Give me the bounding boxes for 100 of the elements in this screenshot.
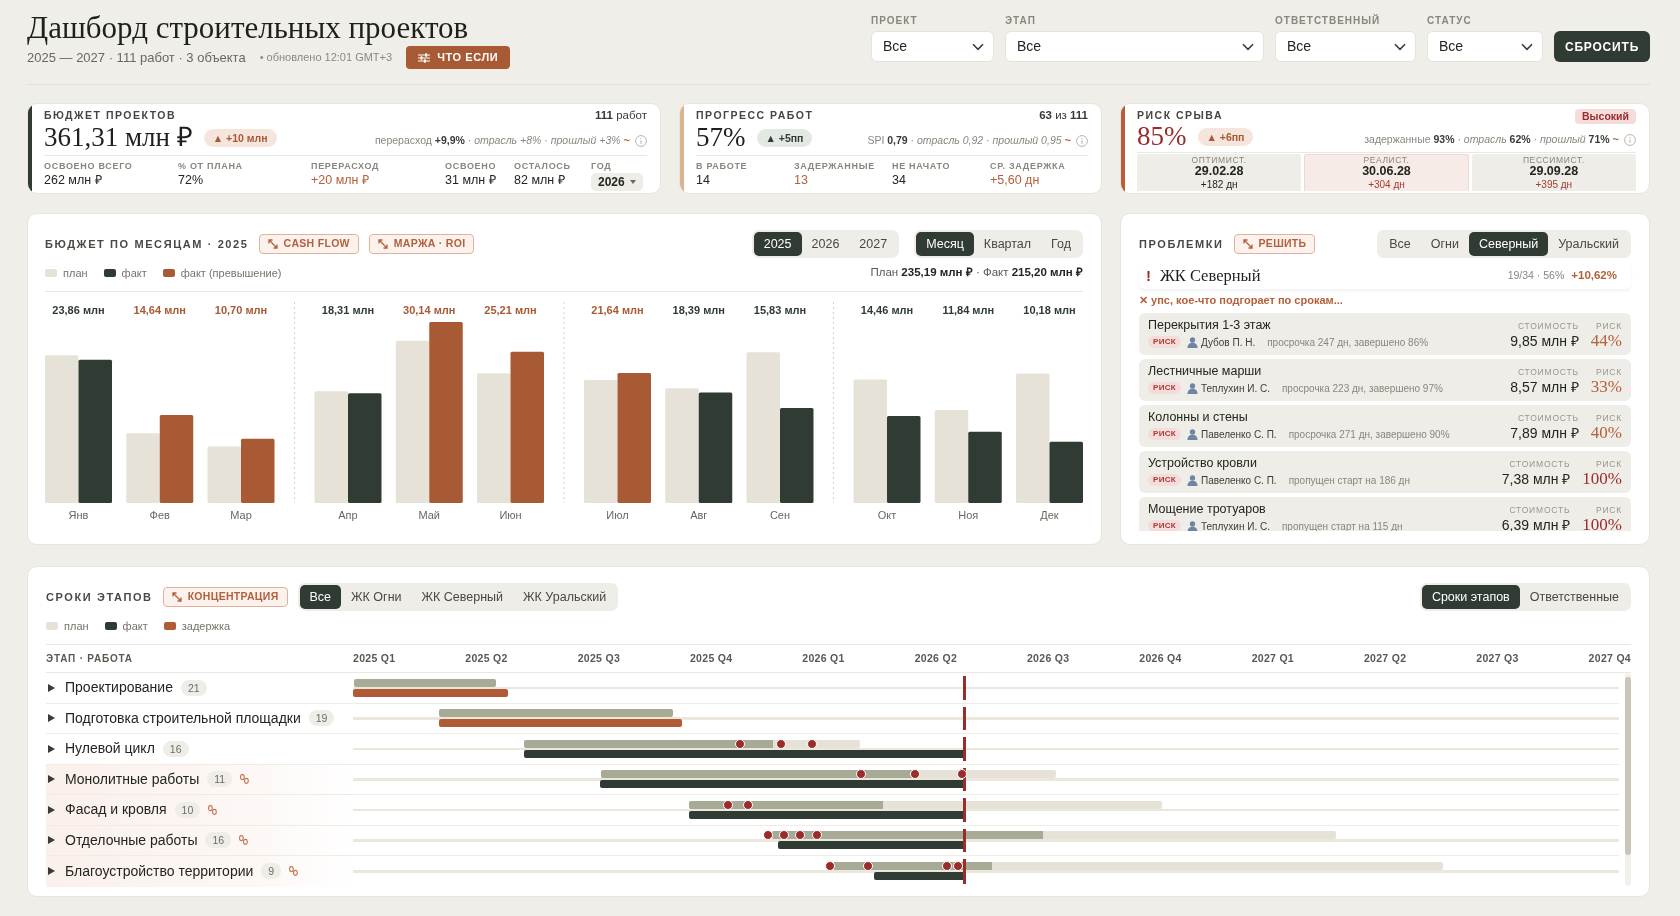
view-tab[interactable]: Сроки этапов [1421,585,1520,609]
quarter-label: 2027 Q3 [1476,650,1519,666]
page-title: Дашборд строительных проектов [27,10,470,46]
subtitle: 2025 — 2027 · 111 работ · 3 объекта [27,48,246,67]
milestone-dot-icon [825,861,835,872]
person-icon [1186,474,1198,486]
risk-tag: РИСК [1148,520,1181,531]
count-badge: 16 [205,832,232,849]
scenario-label: ОПТИМИСТ. [1190,155,1248,165]
quarter-label: 2027 Q4 [1588,650,1631,666]
kpi-value: 57% [696,123,746,152]
what-if-button[interactable]: ЧТО ЕСЛИ [406,46,511,69]
risk-value: 100% [1582,516,1622,531]
caret-right-icon[interactable] [48,775,55,784]
person-icon [1186,520,1198,531]
scenario-card[interactable]: ОПТИМИСТ. 29.02.28 +182 дн [1137,154,1302,191]
stage-row[interactable]: Монолитные работы 11 [46,764,1619,795]
project-tab[interactable]: Северный [1468,232,1549,256]
chart-action-button[interactable]: МАРЖА · ROI [368,234,475,254]
filter-dropdown[interactable]: Все [1275,31,1416,62]
task-name: Лестничные марши [1148,363,1263,380]
metric-label: ГОД [591,160,613,172]
caret-right-icon[interactable] [48,805,55,814]
problem-card[interactable]: Колонны и стены РИСК Павеленко С. П. просрочка 271 дн, завершено 90% СТОИМОСТЬ 7,89 млн ₽ РИСК 40% [1139,405,1631,447]
period-tab[interactable]: Квартал [973,232,1042,256]
count-badge: 21 [180,679,207,696]
scenario-delta: +182 дн [1199,178,1239,191]
month-label: Авг [690,509,708,521]
year-tab[interactable]: 2027 [849,232,898,256]
period-tab[interactable]: Месяц [916,232,974,256]
stage-row[interactable]: Нулевой цикл 16 [46,734,1619,765]
view-tab[interactable]: Ответственные [1519,585,1629,609]
problem-card[interactable]: Перекрытия 1-3 этаж РИСК Дубов П. Н. просрочка 247 дн, завершено 86% СТОИМОСТЬ 9,85 млн ₽ РИСК 44% [1139,313,1631,355]
benchmark-text: задержанные 93% · отрасль 62% · прошлый 71% [1364,131,1610,147]
risk-tag: РИСК [1148,428,1181,440]
today-marker [963,676,967,700]
caret-right-icon[interactable] [48,867,55,876]
year-tab[interactable]: 2026 [801,232,850,256]
scrollbar[interactable] [1625,673,1631,886]
project-tab[interactable]: Все [299,585,342,609]
legend-label: план [63,265,88,281]
filter-dropdown[interactable]: Все [1005,31,1264,62]
delta-badge: ▲ +10 млн [203,128,277,147]
scenario-card[interactable]: ПЕССИМИСТ. 29.09.28 +395 дн [1471,154,1636,191]
bar-value-label: 10,18 млн [1023,304,1076,316]
period-tab[interactable]: Год [1041,232,1081,256]
caret-right-icon[interactable] [48,714,55,723]
filter-dropdown[interactable]: Все [871,31,994,62]
metric-label: ОСВОЕНО [445,160,498,172]
project-tab[interactable]: Огни [1420,232,1469,256]
caret-right-icon[interactable] [48,744,55,753]
project-tab[interactable]: Уральский [1548,232,1629,256]
filter-label: СТАТУС [1427,15,1473,27]
cost-label: СТОИМОСТЬ [1516,320,1579,332]
project-tab[interactable]: Все [1379,232,1421,256]
year-tab[interactable]: 2025 [753,232,802,256]
column-header: ЭТАП · РАБОТА [46,652,134,666]
delay-note: просрочка 247 дн, завершено 86% [1267,335,1429,350]
caret-right-icon[interactable] [48,836,55,845]
stage-row[interactable]: Фасад и кровля 10 [46,795,1619,826]
stage-row[interactable]: Подготовка строительной площадки 19 [46,703,1619,734]
month-label: Сен [769,509,791,521]
panel-title: ПРОБЛЕМКИ [1139,236,1224,252]
info-icon [635,134,647,147]
delay-note: просрочка 223 дн, завершено 97% [1281,381,1443,396]
update-time: • обновлено 12:01 GMT+3 [259,50,393,66]
problem-card[interactable]: Устройство кровли РИСК Павеленко С. П. пропущен старт на 186 дн СТОИМОСТЬ 7,38 млн ₽ РИСК 100% [1139,451,1631,493]
scrollbar-thumb[interactable] [1625,677,1631,855]
chevron-down-icon [972,42,984,51]
metric-value: 82 млн ₽ [514,172,566,188]
project-tab[interactable]: ЖК Огни [341,585,412,609]
stage-row[interactable]: Проектирование 21 [46,673,1619,704]
quarter-label: 2027 Q1 [1251,650,1294,666]
solve-button[interactable]: РЕШИТЬ [1233,234,1316,254]
stage-row[interactable]: Благоустройство территории 9 [46,856,1619,887]
project-tab[interactable]: ЖК Северный [411,585,514,609]
chart-action-button[interactable]: CASH FLOW [258,234,359,254]
legend-label: факт [122,618,148,634]
quarter-label: 2026 Q4 [1139,650,1182,666]
filter-dropdown[interactable]: Все [1427,31,1543,62]
task-name: Колонны и стены [1148,409,1249,426]
stage-row[interactable]: Отделочные работы 16 [46,825,1619,856]
quarter-label: 2026 Q3 [1026,650,1070,666]
legend-label: план [64,618,89,634]
delay-note: пропущен старт на 115 дн [1281,519,1403,531]
problem-card[interactable]: Мощение тротуаров РИСК Теплухин И. С. пропущен старт на 115 дн СТОИМОСТЬ 6,39 млн ₽ РИСК 100% [1139,497,1631,531]
reset-button[interactable]: СБРОСИТЬ [1554,31,1650,62]
assignee-name: Дубов П. Н. [1200,335,1256,350]
quarter-label: 2025 Q3 [577,650,621,666]
scenario-card[interactable]: РЕАЛИСТ. 30.06.28 +304 дн [1304,154,1469,191]
bar-value-label: 21,64 млн [591,304,644,316]
caret-right-icon[interactable] [48,683,55,692]
project-tab[interactable]: ЖК Уральский [513,585,617,609]
problem-card[interactable]: Лестничные марши РИСК Теплухин И. С. просрочка 223 дн, завершено 97% СТОИМОСТЬ 8,57 млн ₽ РИСК 33% [1139,359,1631,401]
scenario-date: 29.02.28 [1193,165,1245,178]
stage-name: Подготовка строительной площадки [65,708,301,728]
card-title: РИСК СРЫВА [1137,108,1223,124]
concentration-button[interactable]: КОНЦЕНТРАЦИЯ [162,587,288,607]
legend-label: задержка [181,618,231,634]
year-dropdown[interactable]: 2026 [591,173,643,191]
